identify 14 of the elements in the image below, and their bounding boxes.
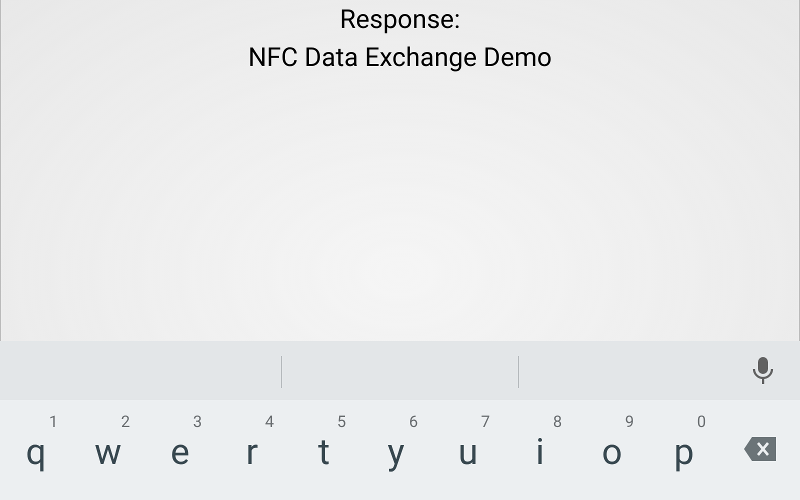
key[interactable]: 4 r <box>216 400 288 500</box>
key[interactable]: 7 u <box>432 400 504 500</box>
response-message: NFC Data Exchange Demo <box>248 42 552 75</box>
key[interactable]: 3 e <box>144 400 216 500</box>
backspace-icon <box>744 437 776 461</box>
response-label: Response: <box>340 4 460 37</box>
microphone-icon[interactable] <box>752 357 774 385</box>
key[interactable]: 0 p <box>648 400 720 500</box>
key[interactable]: 8 i <box>504 400 576 500</box>
key[interactable]: 2 w <box>72 400 144 500</box>
key[interactable]: 5 t <box>288 400 360 500</box>
key[interactable]: 9 o <box>576 400 648 500</box>
key[interactable]: 1 q <box>0 400 72 500</box>
key[interactable]: 6 y <box>360 400 432 500</box>
